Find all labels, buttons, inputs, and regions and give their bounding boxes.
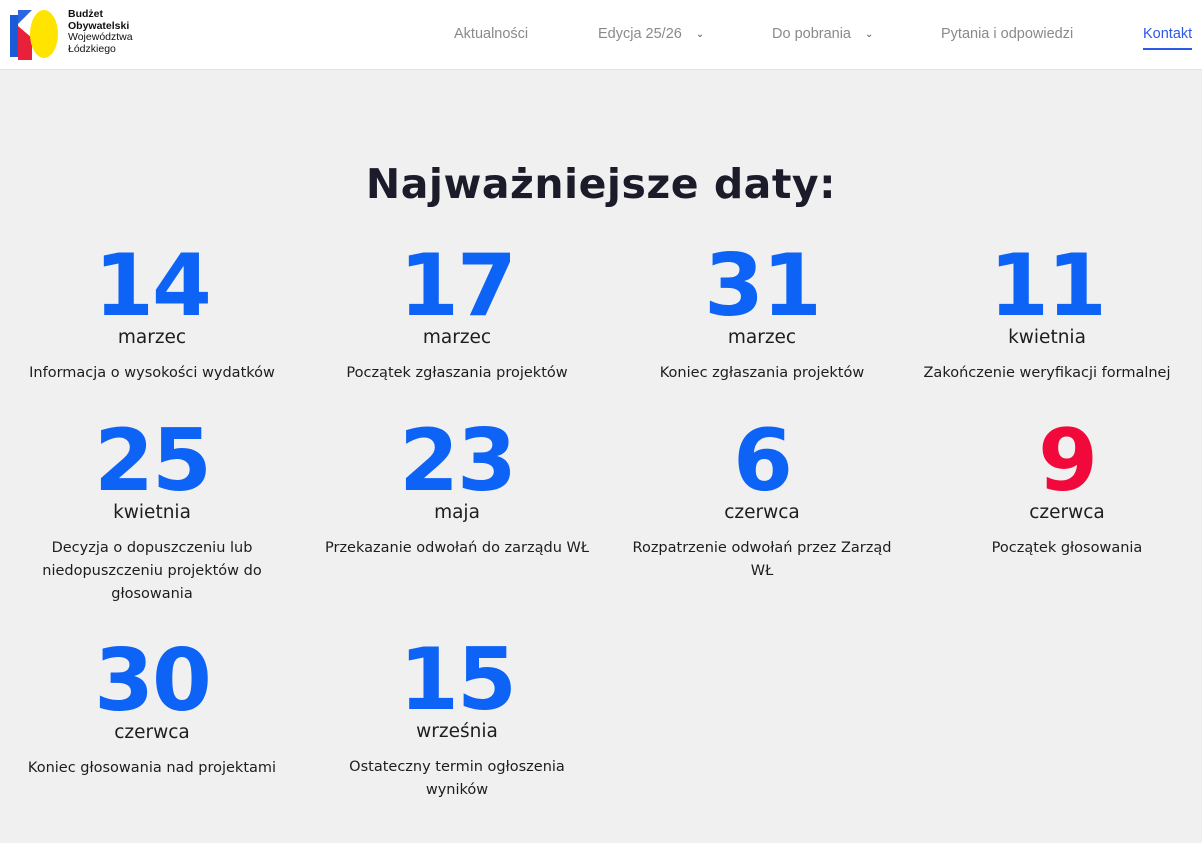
date-month: września — [416, 721, 498, 742]
date-item: 14 marzec Informacja o wysokości wydatkó… — [2, 243, 302, 385]
logo-line-1: Budżet — [68, 8, 103, 20]
date-description: Koniec głosowania nad projektami — [27, 760, 277, 776]
date-item: 6 czerwca Rozpatrzenie odwołań przez Zar… — [612, 418, 912, 583]
date-item: 11 kwietnia Zakończenie weryfikacji form… — [892, 243, 1202, 385]
date-day: 17 — [399, 236, 517, 336]
date-day: 23 — [399, 411, 517, 511]
nav-item-do-pobrania[interactable]: Do pobrania ⌄ — [772, 26, 873, 42]
date-month: maja — [434, 502, 480, 523]
date-description: Przekazanie odwołań do zarządu WŁ — [325, 540, 589, 556]
date-description: Rozpatrzenie odwołań przez Zarząd WŁ — [632, 540, 892, 579]
date-description: Informacja o wysokości wydatków — [29, 365, 275, 381]
logo-line-3: Województwa — [68, 31, 133, 43]
date-day: 31 — [704, 236, 822, 336]
date-item: 30 czerwca Koniec głosowania nad projekt… — [2, 638, 302, 780]
nav-item-label: Kontakt — [1143, 26, 1193, 42]
site-header: Budżet Obywatelski Województwa Łódzkiego… — [0, 0, 1202, 70]
date-month: kwietnia — [113, 502, 191, 523]
nav-item-label: Edycja 25/26 — [598, 26, 682, 42]
logo-mark-icon — [10, 10, 58, 60]
date-day: 11 — [989, 236, 1107, 336]
date-description: Ostateczny termin ogłoszenia wyników — [349, 759, 565, 798]
date-description: Decyzja o dopuszczeniu lub niedopuszczen… — [42, 540, 262, 602]
chevron-down-icon: ⌄ — [695, 29, 705, 40]
date-month: marzec — [422, 327, 492, 348]
page-title: Najważniejsze daty: — [365, 160, 837, 208]
date-month: marzec — [117, 327, 187, 348]
date-description: Początek głosowania — [991, 540, 1143, 556]
date-day: 9 — [1038, 411, 1098, 511]
date-item: 25 kwietnia Decyzja o dopuszczeniu lub n… — [2, 418, 302, 606]
date-item: 23 maja Przekazanie odwołań do zarządu W… — [307, 418, 607, 560]
date-day: 30 — [94, 631, 212, 731]
date-day: 25 — [94, 411, 212, 511]
nav-item-edycja[interactable]: Edycja 25/26 ⌄ — [598, 26, 704, 42]
date-day: 14 — [94, 236, 212, 336]
date-day: 6 — [733, 411, 793, 511]
nav-item-pytania[interactable]: Pytania i odpowiedzi — [941, 26, 1073, 42]
date-description: Zakończenie weryfikacji formalnej — [923, 365, 1171, 381]
nav-item-kontakt[interactable]: Kontakt — [1143, 26, 1193, 50]
logo[interactable]: Budżet Obywatelski Województwa Łódzkiego — [10, 8, 150, 62]
date-day: 15 — [399, 630, 517, 730]
logo-text: Budżet Obywatelski Województwa Łódzkiego — [68, 8, 133, 55]
date-item: 15 września Ostateczny termin ogłoszenia… — [307, 637, 607, 802]
nav-item-label: Do pobrania — [772, 26, 851, 42]
logo-line-4: Łódzkiego — [68, 42, 116, 55]
chevron-down-icon: ⌄ — [865, 29, 874, 40]
date-item: 31 marzec Koniec zgłaszania projektów — [612, 243, 912, 385]
date-item: 9 czerwca Początek głosowania — [917, 418, 1202, 560]
nav-item-aktualnosci[interactable]: Aktualności — [454, 26, 528, 42]
date-month: czerwca — [114, 722, 190, 743]
nav-item-label: Pytania i odpowiedzi — [941, 26, 1074, 42]
date-month: czerwca — [724, 502, 800, 523]
date-description: Koniec zgłaszania projektów — [659, 365, 865, 381]
date-month: kwietnia — [1008, 327, 1086, 348]
date-item: 17 marzec Początek zgłaszania projektów — [307, 243, 607, 385]
date-description: Początek zgłaszania projektów — [346, 365, 568, 381]
date-month: czerwca — [1029, 502, 1105, 523]
date-month: marzec — [727, 327, 797, 348]
nav-item-label: Aktualności — [454, 26, 529, 42]
